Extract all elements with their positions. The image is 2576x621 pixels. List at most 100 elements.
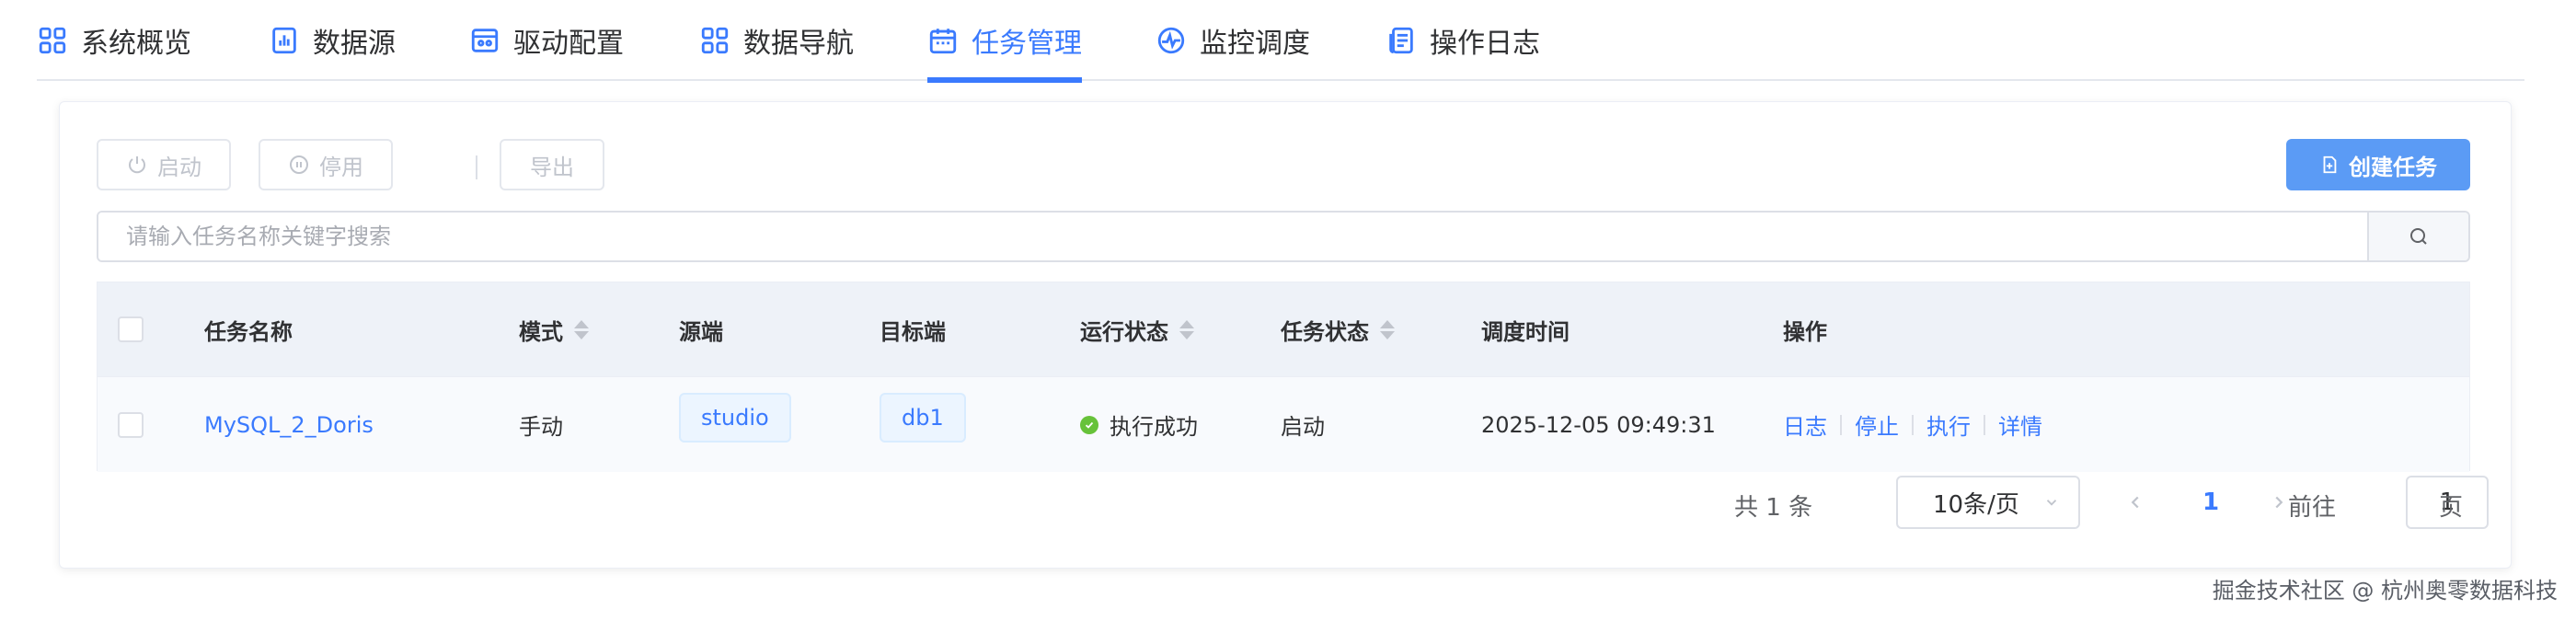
sort-icon[interactable]	[1380, 319, 1395, 339]
schedule-time-cell: 2025-12-05 09:49:31	[1481, 377, 1716, 472]
column-header-label: 目标端	[880, 318, 946, 345]
column-header-label: 调度时间	[1481, 318, 1570, 345]
export-button[interactable]: 导出	[500, 139, 604, 190]
chevron-right-icon	[2275, 496, 2283, 509]
goto-prefix-label: 前往	[2288, 493, 2337, 522]
stop-action-link[interactable]: 停止	[1855, 408, 1899, 441]
action-separator	[1984, 414, 1985, 435]
nav-item-label: 数据源	[313, 28, 396, 60]
pagination-total: 共 1 条	[1734, 477, 1812, 533]
column-header-target: 目标端	[880, 282, 946, 376]
nav-item-label: 任务管理	[972, 28, 1082, 60]
total-count: 共 1 条	[1734, 493, 1813, 522]
nav-item-overview[interactable]: 系统概览	[37, 0, 221, 81]
row-checkbox[interactable]	[118, 411, 144, 438]
add-file-icon	[2323, 155, 2337, 174]
chevron-left-icon	[2131, 496, 2139, 509]
column-header-run-status[interactable]: 运行状态	[1080, 282, 1194, 376]
task-name-cell: MySQL_2_Doris	[204, 377, 374, 472]
create-task-button[interactable]: 创建任务	[2286, 139, 2470, 190]
column-header-source: 源端	[679, 282, 723, 376]
start-button-label: 启动	[157, 154, 201, 180]
mode-value: 手动	[519, 414, 563, 440]
search-button[interactable]	[2367, 213, 2468, 260]
create-task-button-label: 创建任务	[2349, 154, 2437, 180]
table-header: 任务名称 模式 源端 目标端 运行状态 任务状态 调度时间 操作	[98, 282, 2469, 376]
goto-prefix: 前往	[2288, 477, 2336, 533]
goto-suffix: 页	[2439, 477, 2463, 533]
grid-icon	[701, 27, 729, 54]
schedule-time-value: 2025-12-05 09:49:31	[1481, 411, 1716, 438]
page-number-current[interactable]: 1	[2192, 476, 2229, 529]
target-cell: db1	[880, 370, 966, 465]
task-status-cell: 启动	[1281, 377, 1325, 472]
select-all-checkbox[interactable]	[118, 316, 144, 342]
column-header-schedule-time: 调度时间	[1481, 282, 1570, 376]
run-status-cell: 执行成功	[1080, 377, 1198, 472]
prev-page-button[interactable]	[2117, 476, 2154, 529]
actions-cell: 日志 停止 执行 详情	[1783, 377, 2042, 472]
nav-item-monitor-schedule[interactable]: 监控调度	[1156, 0, 1330, 81]
row-checkbox-cell	[118, 377, 144, 472]
nav-item-task-management[interactable]: 任务管理	[927, 0, 1082, 83]
sort-icon[interactable]	[574, 319, 589, 339]
start-button[interactable]: 启动	[97, 139, 231, 190]
pulse-icon	[1157, 27, 1185, 54]
execute-action-link[interactable]: 执行	[1926, 408, 1971, 441]
search-bar	[97, 211, 2470, 262]
driver-icon	[471, 29, 499, 52]
top-navigation: 系统概览 数据源 驱动配置 数据导航 任务管理 监控调度 操作日志	[37, 0, 2524, 83]
column-header-label: 任务名称	[204, 318, 293, 345]
source-cell: studio	[679, 370, 791, 465]
column-header-name: 任务名称	[204, 282, 293, 376]
column-header-label: 操作	[1783, 318, 1827, 345]
log-action-link[interactable]: 日志	[1783, 408, 1827, 441]
document-icon	[1389, 27, 1413, 54]
column-header-actions: 操作	[1783, 282, 1827, 376]
detail-action-link[interactable]: 详情	[1998, 408, 2042, 441]
watermark: 掘金技术社区 @ 杭州奥零数据科技	[2212, 578, 2558, 604]
nav-item-label: 驱动配置	[513, 28, 624, 60]
nav-item-label: 数据导航	[743, 28, 854, 60]
select-all-checkbox-cell	[118, 282, 144, 376]
search-input[interactable]	[98, 213, 2367, 260]
stop-button[interactable]: 停用	[259, 139, 393, 190]
nav-item-operation-log[interactable]: 操作日志	[1386, 0, 1560, 81]
grid-icon	[39, 27, 66, 54]
pause-icon	[290, 155, 308, 174]
action-separator	[1912, 414, 1914, 435]
chart-icon	[272, 27, 296, 54]
run-status-value: 执行成功	[1110, 414, 1198, 440]
table-row: MySQL_2_Doris 手动 studio db1 执行成功 启动 2025…	[98, 376, 2469, 472]
success-check-icon	[1080, 415, 1098, 434]
page-size-select[interactable]: 10条/页	[1896, 476, 2080, 529]
mode-cell: 手动	[519, 377, 563, 472]
source-tag: studio	[679, 392, 791, 443]
column-header-label: 模式	[519, 318, 563, 345]
nav-item-driver-config[interactable]: 驱动配置	[469, 0, 644, 81]
nav-item-label: 操作日志	[1430, 28, 1540, 60]
task-status-value: 启动	[1281, 414, 1325, 440]
search-icon	[2410, 228, 2427, 245]
task-management-panel: 启动 停用 导出 创建任务 任务名称 模式	[59, 101, 2512, 569]
export-button-label: 导出	[530, 154, 574, 180]
nav-item-datasource[interactable]: 数据源	[269, 0, 407, 81]
nav-item-label: 监控调度	[1200, 28, 1310, 60]
task-table: 任务名称 模式 源端 目标端 运行状态 任务状态 调度时间 操作 MySQL_2…	[97, 282, 2470, 472]
chevron-down-icon	[2046, 500, 2057, 506]
column-header-mode[interactable]: 模式	[519, 282, 589, 376]
stop-button-label: 停用	[319, 154, 363, 180]
column-header-label: 源端	[679, 318, 723, 345]
column-header-task-status[interactable]: 任务状态	[1281, 282, 1395, 376]
nav-item-data-navigation[interactable]: 数据导航	[699, 0, 874, 81]
goto-suffix-label: 页	[2439, 493, 2464, 522]
page-size-value: 10条/页	[1933, 490, 2019, 519]
power-icon	[129, 156, 145, 174]
column-header-label: 运行状态	[1080, 318, 1168, 345]
toolbar-divider	[476, 155, 477, 179]
calendar-icon	[929, 29, 957, 54]
sort-icon[interactable]	[1179, 319, 1194, 339]
column-header-label: 任务状态	[1281, 318, 1369, 345]
task-name-link[interactable]: MySQL_2_Doris	[204, 412, 374, 438]
action-separator	[1840, 414, 1842, 435]
